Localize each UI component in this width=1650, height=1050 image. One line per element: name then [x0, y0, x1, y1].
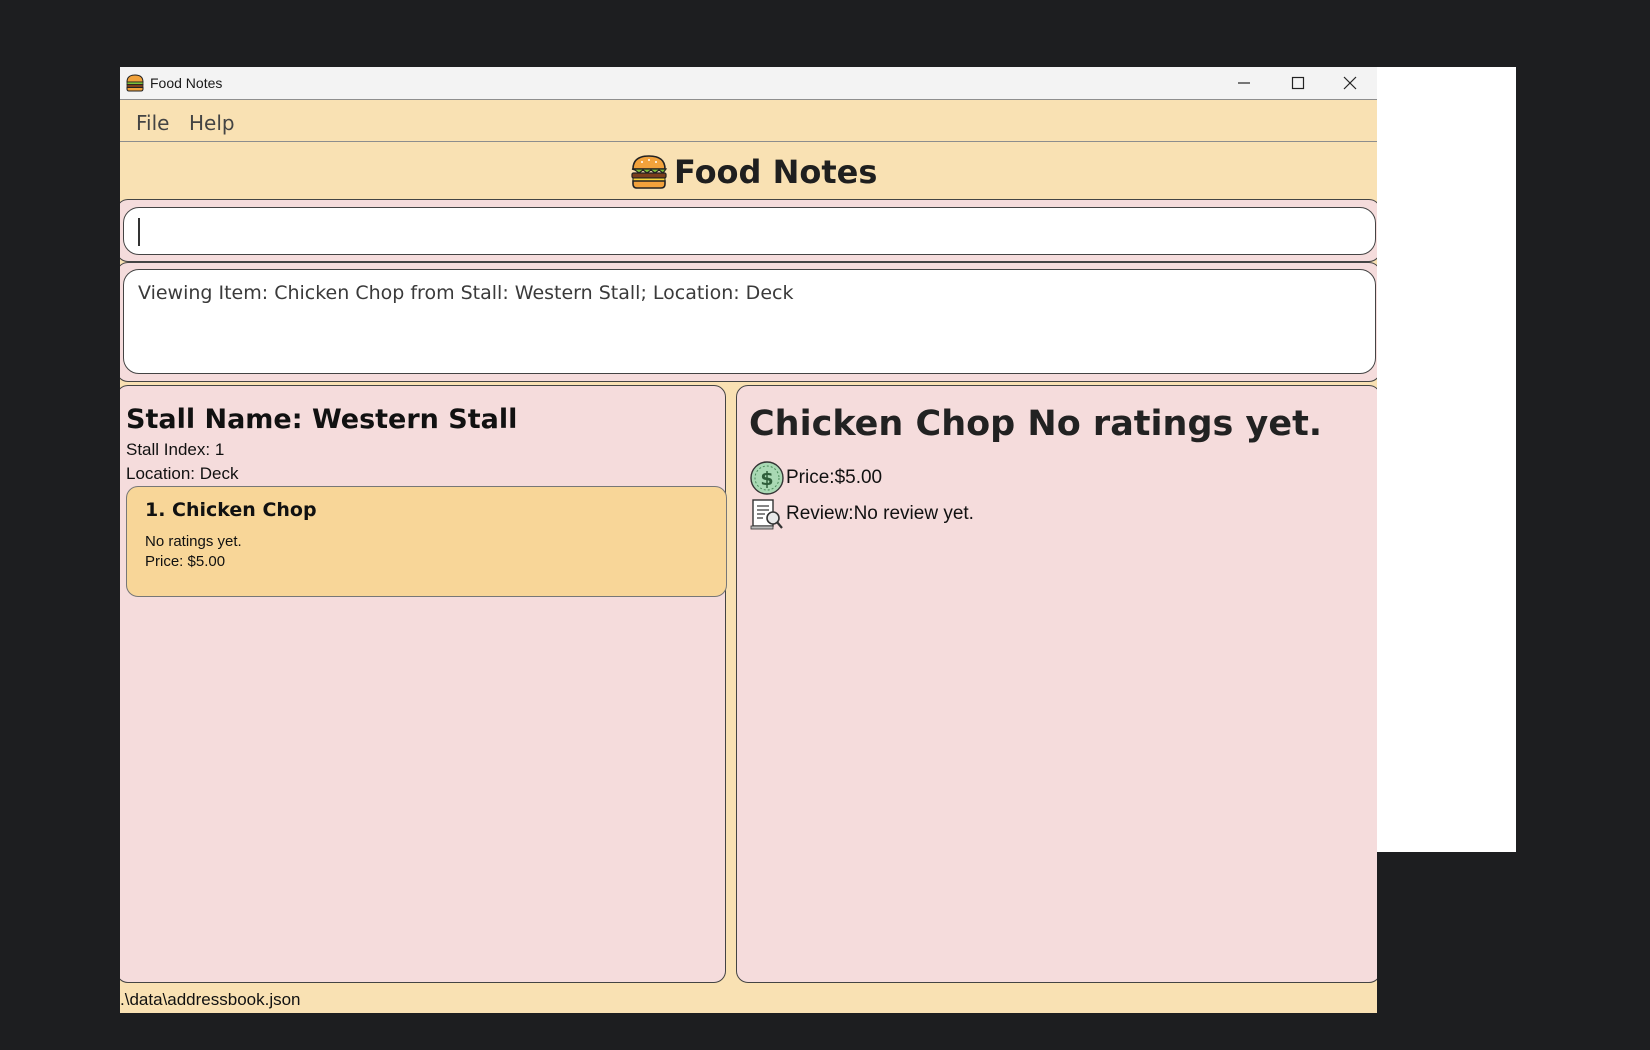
- dollar-coin-icon: $: [750, 461, 784, 495]
- background-window: [1377, 67, 1516, 852]
- food-item-rating: No ratings yet.: [145, 533, 242, 550]
- result-display: Viewing Item: Chicken Chop from Stall: W…: [123, 269, 1376, 374]
- minimize-button[interactable]: [1217, 67, 1271, 99]
- burger-icon: [126, 74, 144, 92]
- close-icon: [1343, 76, 1357, 90]
- app-title: Food Notes: [674, 153, 878, 191]
- title-bar: Food Notes: [120, 67, 1377, 100]
- burger-icon: [631, 155, 668, 189]
- menu-bar: File Help: [120, 100, 1377, 142]
- item-detail-panel: Chicken Chop No ratings yet. $ Price:$5.…: [736, 385, 1377, 983]
- command-input[interactable]: [123, 207, 1376, 255]
- review-document-icon: [750, 499, 783, 530]
- app-header: Food Notes: [630, 151, 877, 193]
- maximize-button[interactable]: [1271, 67, 1325, 99]
- maximize-icon: [1291, 76, 1305, 90]
- stall-name: Stall Name: Western Stall: [126, 404, 518, 435]
- close-button[interactable]: [1323, 67, 1377, 99]
- food-item-price: Price: $5.00: [145, 553, 226, 570]
- window-title: Food Notes: [150, 75, 223, 91]
- stall-panel: Stall Name: Western Stall Stall Index: 1…: [120, 385, 727, 983]
- stall-location: Location: Deck: [126, 464, 239, 483]
- food-item-title: 1. Chicken Chop: [145, 499, 317, 521]
- item-detail-heading: Chicken Chop No ratings yet.: [749, 404, 1323, 444]
- status-bar: .\data\addressbook.json: [120, 987, 1377, 1013]
- item-review: Review:No review yet.: [786, 503, 974, 524]
- app-window: Food Notes File Help Food Notes Viewing …: [120, 67, 1377, 1013]
- review-row: Review:No review yet.: [749, 496, 974, 532]
- result-text: Viewing Item: Chicken Chop from Stall: W…: [138, 282, 794, 304]
- minimize-icon: [1238, 82, 1250, 84]
- menu-file[interactable]: File: [136, 111, 169, 135]
- price-row: $ Price:$5.00: [749, 460, 882, 496]
- list-item[interactable]: 1. Chicken Chop No ratings yet. Price: $…: [126, 486, 727, 597]
- menu-help[interactable]: Help: [189, 111, 235, 135]
- text-caret: [138, 218, 140, 246]
- svg-text:$: $: [760, 468, 773, 490]
- item-price: Price:$5.00: [786, 467, 883, 488]
- stall-index: Stall Index: 1: [126, 440, 225, 459]
- data-file-path: .\data\addressbook.json: [120, 990, 301, 1009]
